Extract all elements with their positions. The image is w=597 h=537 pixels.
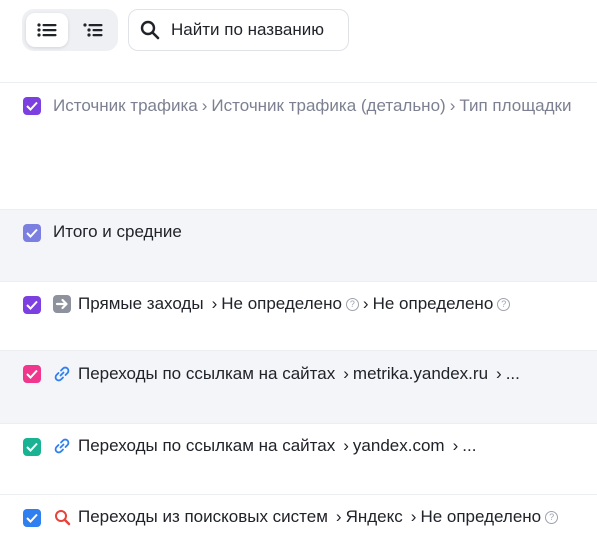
table-row: Прямые заходы › Не определено ? › Не опр… [0, 281, 597, 350]
check-icon [26, 369, 38, 379]
row-checkbox[interactable] [23, 438, 41, 456]
dimensions-checkbox[interactable] [23, 97, 41, 115]
row-path: Переходы по ссылкам на сайтах › yandex.c… [53, 436, 476, 456]
row-part: Не определено [221, 294, 342, 313]
table-row: Переходы из поисковых систем › Яндекс › … [0, 494, 597, 537]
check-icon [26, 101, 38, 111]
list-icon [37, 23, 57, 37]
search-box [128, 9, 349, 51]
separator: › [449, 96, 456, 115]
search-icon [53, 508, 71, 526]
row-part: metrika.yandex.ru [352, 364, 489, 383]
separator: › [362, 294, 369, 313]
separator: › [211, 294, 218, 313]
dimension-1: Источник трафика [53, 96, 198, 115]
list-view-button[interactable] [26, 13, 68, 47]
separator: › [410, 507, 417, 526]
row-checkbox[interactable] [23, 509, 41, 527]
tree-list-icon [83, 23, 103, 37]
view-mode-toggle [22, 9, 118, 51]
row-path: Переходы из поисковых систем › Яндекс › … [53, 507, 559, 527]
row-part: Переходы по ссылкам на сайтах [78, 436, 336, 455]
row-checkbox[interactable] [23, 296, 41, 314]
help-icon[interactable]: ? [497, 297, 511, 311]
separator: › [335, 507, 342, 526]
row-part: Переходы из поисковых систем [78, 507, 328, 526]
link-icon [53, 437, 71, 455]
help-icon[interactable]: ? [545, 510, 559, 524]
row-part: ... [505, 364, 520, 383]
search-icon [140, 19, 162, 41]
row-part: Переходы по ссылкам на сайтах [78, 364, 336, 383]
dimensions-row: Источник трафика › Источник трафика (дет… [0, 83, 597, 209]
dimension-3: Тип площадки [459, 96, 572, 115]
dimension-2: Источник трафика (детально) [211, 96, 446, 115]
row-checkbox[interactable] [23, 365, 41, 383]
row-path: Переходы по ссылкам на сайтах › metrika.… [53, 364, 520, 384]
dimensions-path: Источник трафика › Источник трафика (дет… [53, 96, 572, 116]
separator: › [452, 436, 459, 455]
search-input[interactable] [171, 20, 347, 40]
separator: › [201, 96, 208, 115]
row-part: Не определено [372, 294, 494, 313]
row-part: Прямые заходы [78, 294, 204, 313]
tree-view-button[interactable] [72, 13, 114, 47]
row-part: yandex.com [352, 436, 445, 455]
table-row: Переходы по ссылкам на сайтах › yandex.c… [0, 423, 597, 494]
totals-checkbox[interactable] [23, 224, 41, 242]
check-icon [26, 300, 38, 310]
link-icon [53, 365, 71, 383]
totals-row: Итого и средние [0, 209, 597, 281]
help-icon[interactable]: ? [345, 297, 359, 311]
arrow-right-icon [53, 295, 71, 313]
row-path: Прямые заходы › Не определено ? › Не опр… [53, 294, 511, 314]
row-part: Яндекс [345, 507, 403, 526]
separator: › [496, 364, 502, 383]
table-row: Переходы по ссылкам на сайтах › metrika.… [0, 350, 597, 423]
check-icon [26, 513, 38, 523]
separator: › [343, 436, 349, 455]
toolbar [0, 0, 597, 82]
row-part: Не определено [420, 507, 542, 526]
separator: › [343, 364, 349, 383]
totals-label: Итого и средние [53, 222, 182, 242]
check-icon [26, 442, 38, 452]
row-part: ... [462, 436, 477, 455]
check-icon [26, 228, 38, 238]
totals-text: Итого и средние [53, 222, 182, 241]
